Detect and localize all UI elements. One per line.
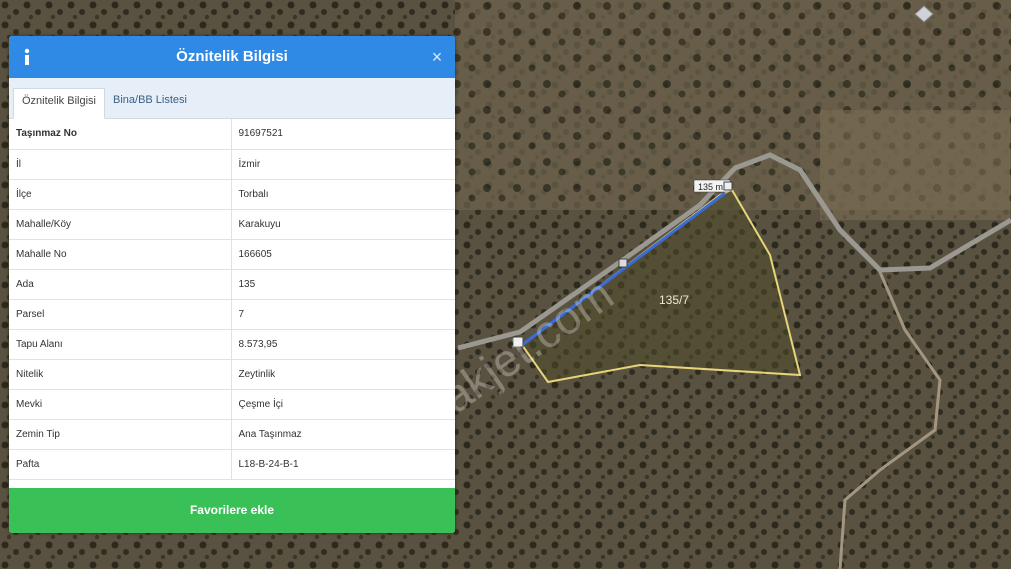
attribute-key: Mahalle/Köy bbox=[9, 209, 232, 240]
table-row: Pafta L18-B-24-B-1 bbox=[9, 449, 455, 480]
table-row: İlçe Torbalı bbox=[9, 179, 455, 210]
attribute-value: 91697521 bbox=[231, 119, 455, 150]
attribute-value: Torbalı bbox=[231, 179, 455, 210]
table-row: Taşınmaz No 91697521 bbox=[9, 119, 455, 150]
tab-bar: Öznitelik Bilgisi Bina/BB Listesi bbox=[9, 78, 455, 119]
vertex-marker[interactable] bbox=[723, 181, 733, 191]
attribute-value: Ana Taşınmaz bbox=[231, 419, 455, 450]
attribute-key: Tapu Alanı bbox=[9, 329, 232, 360]
attribute-value: 166605 bbox=[231, 239, 455, 270]
attribute-key: Parsel bbox=[9, 299, 232, 330]
panel-header: Öznitelik Bilgisi × bbox=[9, 36, 455, 78]
vertex-marker[interactable] bbox=[618, 258, 628, 268]
attribute-value: Zeytinlik bbox=[231, 359, 455, 390]
table-row: Mahalle/Köy Karakuyu bbox=[9, 209, 455, 240]
tab-building-list[interactable]: Bina/BB Listesi bbox=[105, 88, 201, 118]
tab-attribute-info[interactable]: Öznitelik Bilgisi bbox=[13, 88, 105, 119]
attribute-key: İl bbox=[9, 149, 232, 180]
attribute-value: 7 bbox=[231, 299, 455, 330]
table-row: Mahalle No 166605 bbox=[9, 239, 455, 270]
attribute-key: Zemin Tip bbox=[9, 419, 232, 450]
attribute-key: İlçe bbox=[9, 179, 232, 210]
table-row: Parsel 7 bbox=[9, 299, 455, 330]
attribute-table: Taşınmaz No 91697521 İl İzmir İlçe Torbalı Mah… bbox=[9, 119, 455, 480]
attribute-info-panel: Öznitelik Bilgisi × Öznitelik Bilgisi Bi… bbox=[9, 36, 455, 533]
table-row: İl İzmir bbox=[9, 149, 455, 180]
table-row: Mevki Çeşme İçi bbox=[9, 389, 455, 420]
attribute-value: 8.573,95 bbox=[231, 329, 455, 360]
attribute-key: Mahalle No bbox=[9, 239, 232, 270]
close-icon[interactable]: × bbox=[427, 47, 447, 67]
table-row: Tapu Alanı 8.573,95 bbox=[9, 329, 455, 360]
attribute-key: Nitelik bbox=[9, 359, 232, 390]
attribute-value: İzmir bbox=[231, 149, 455, 180]
attribute-key: Pafta bbox=[9, 449, 232, 480]
field-patch bbox=[820, 110, 1010, 220]
add-to-favorites-button[interactable]: Favorilere ekle bbox=[9, 488, 455, 533]
parcel-label: 135/7 bbox=[659, 293, 689, 307]
table-row: Nitelik Zeytinlik bbox=[9, 359, 455, 390]
attribute-key: Ada bbox=[9, 269, 232, 300]
table-row: Ada 135 bbox=[9, 269, 455, 300]
attribute-value: Karakuyu bbox=[231, 209, 455, 240]
panel-title: Öznitelik Bilgisi bbox=[176, 48, 288, 65]
attribute-value: L18-B-24-B-1 bbox=[231, 449, 455, 480]
road-label: 135 m bbox=[698, 182, 723, 192]
attribute-value: 135 bbox=[231, 269, 455, 300]
table-row: Zemin Tip Ana Taşınmaz bbox=[9, 419, 455, 450]
attribute-key: Mevki bbox=[9, 389, 232, 420]
attribute-key: Taşınmaz No bbox=[9, 119, 232, 150]
attribute-value: Çeşme İçi bbox=[231, 389, 455, 420]
